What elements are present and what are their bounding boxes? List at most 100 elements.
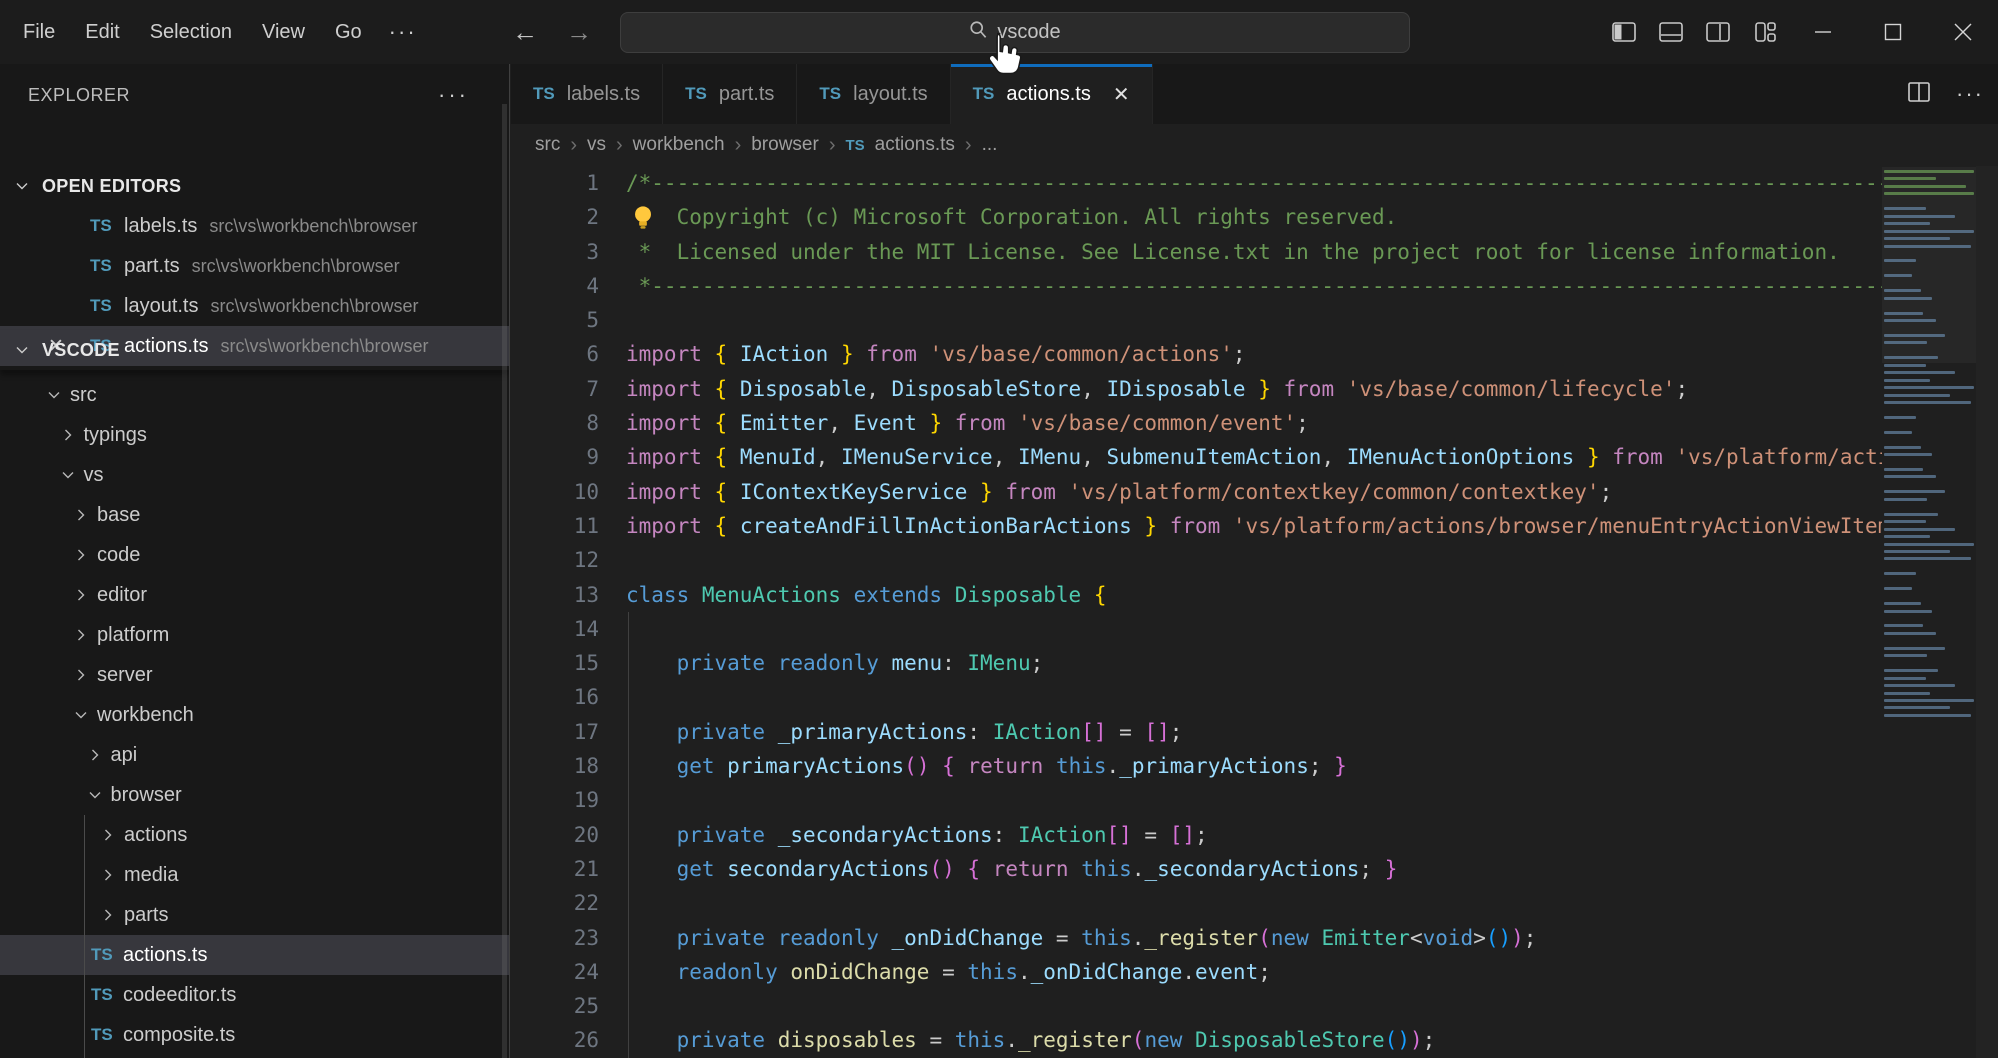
- code-line[interactable]: 2 Copyright (c) Microsoft Corporation. A…: [511, 200, 1882, 234]
- window-maximize-button[interactable]: [1858, 0, 1928, 64]
- tree-label: parts: [124, 904, 168, 927]
- minimap-line: [1884, 602, 1921, 605]
- minimap-line: [1884, 379, 1930, 382]
- minimap-line: [1884, 654, 1927, 657]
- tree-item-browser[interactable]: browser: [0, 775, 509, 815]
- breadcrumb-item[interactable]: browser: [751, 134, 819, 156]
- tree-item-actions-ts[interactable]: TSactions.ts: [0, 935, 509, 975]
- open-editor-item[interactable]: TSlabels.tssrc\vs\workbench\browser: [0, 206, 509, 246]
- minimap-line: [1884, 356, 1938, 359]
- menu-file[interactable]: File: [8, 12, 70, 52]
- tree-item-workbench[interactable]: workbench: [0, 695, 509, 735]
- chevron-right-icon: ›: [570, 134, 577, 157]
- code-line[interactable]: 15 private readonly menu: IMenu;: [511, 646, 1882, 680]
- menu-selection[interactable]: Selection: [135, 12, 247, 52]
- tab-part-ts[interactable]: TSpart.ts: [663, 64, 797, 124]
- split-editor-icon[interactable]: [1908, 82, 1930, 107]
- tree-item-code[interactable]: code: [0, 535, 509, 575]
- tree-item-composite-ts[interactable]: TScomposite.ts: [0, 1015, 509, 1055]
- lightbulb-icon[interactable]: [630, 204, 656, 234]
- tree-item-codeeditor-ts[interactable]: TScodeeditor.ts: [0, 975, 509, 1015]
- minimap-line: [1884, 453, 1932, 456]
- breadcrumb-item[interactable]: vs: [587, 134, 606, 156]
- breadcrumb-file[interactable]: actions.ts: [875, 134, 955, 156]
- code-line[interactable]: 20 private _secondaryActions: IAction[] …: [511, 818, 1882, 852]
- toggle-primary-sidebar-icon[interactable]: [1600, 0, 1647, 64]
- code-line[interactable]: 23 private readonly _onDidChange = this.…: [511, 921, 1882, 955]
- code-line[interactable]: 24 readonly onDidChange = this._onDidCha…: [511, 955, 1882, 989]
- code-line[interactable]: 6import { IAction } from 'vs/base/common…: [511, 337, 1882, 371]
- toggle-panel-icon[interactable]: [1647, 0, 1694, 64]
- code-line[interactable]: 17 private _primaryActions: IAction[] = …: [511, 715, 1882, 749]
- code-line[interactable]: 21 get secondaryActions() { return this.…: [511, 852, 1882, 886]
- tree-item-base[interactable]: base: [0, 495, 509, 535]
- code-line[interactable]: 14: [511, 612, 1882, 646]
- breadcrumb-item[interactable]: src: [535, 134, 560, 156]
- code-line[interactable]: 12: [511, 543, 1882, 577]
- typescript-file-icon: TS: [91, 945, 113, 965]
- close-icon[interactable]: ✕: [1113, 82, 1130, 107]
- code-line[interactable]: 22: [511, 886, 1882, 920]
- tab-labels-ts[interactable]: TSlabels.ts: [511, 64, 663, 124]
- tree-item-typings[interactable]: typings: [0, 415, 509, 455]
- explorer-more-actions-icon[interactable]: ···: [438, 82, 469, 108]
- menu-edit[interactable]: Edit: [70, 12, 134, 52]
- window-minimize-button[interactable]: [1788, 0, 1858, 64]
- tree-item-parts[interactable]: parts: [0, 895, 509, 935]
- breadcrumb-symbol[interactable]: ...: [982, 134, 998, 156]
- window-close-button[interactable]: [1928, 0, 1998, 64]
- open-editor-item[interactable]: TSlayout.tssrc\vs\workbench\browser: [0, 286, 509, 326]
- code-line[interactable]: 7import { Disposable, DisposableStore, I…: [511, 372, 1882, 406]
- tree-item-api[interactable]: api: [0, 735, 509, 775]
- code-line[interactable]: 9import { MenuId, IMenuService, IMenu, S…: [511, 440, 1882, 474]
- code-editor[interactable]: 1/*-------------------------------------…: [511, 166, 1998, 1058]
- nav-back-icon[interactable]: ←: [512, 17, 538, 48]
- code-line[interactable]: 26 private disposables = this._register(…: [511, 1023, 1882, 1057]
- code-line[interactable]: 18 get primaryActions() { return this._p…: [511, 749, 1882, 783]
- open-editors-header[interactable]: OPEN EDITORS: [0, 166, 509, 206]
- open-editor-name: layout.ts: [124, 295, 198, 318]
- code-line[interactable]: 1/*-------------------------------------…: [511, 166, 1882, 200]
- minimap[interactable]: [1882, 167, 1976, 1057]
- open-editor-item[interactable]: TSpart.tssrc\vs\workbench\browser: [0, 246, 509, 286]
- code-line[interactable]: 3 * Licensed under the MIT License. See …: [511, 235, 1882, 269]
- tab-actions-ts[interactable]: TSactions.ts✕: [951, 64, 1153, 124]
- code-line[interactable]: 16: [511, 680, 1882, 714]
- workspace-header[interactable]: VSCODE: [0, 330, 509, 370]
- code-line[interactable]: 11import { createAndFillInActionBarActio…: [511, 509, 1882, 543]
- chevron-right-icon: [100, 827, 116, 843]
- code-line[interactable]: 8import { Emitter, Event } from 'vs/base…: [511, 406, 1882, 440]
- code-line[interactable]: 13class MenuActions extends Disposable {: [511, 578, 1882, 612]
- code-text: class MenuActions extends Disposable {: [626, 578, 1106, 612]
- tree-item-src[interactable]: src: [0, 375, 509, 415]
- tab-layout-ts[interactable]: TSlayout.ts: [797, 64, 950, 124]
- nav-forward-icon[interactable]: →: [566, 17, 592, 48]
- tree-item-platform[interactable]: platform: [0, 615, 509, 655]
- code-line[interactable]: 10import { IContextKeyService } from 'vs…: [511, 475, 1882, 509]
- customize-layout-icon[interactable]: [1741, 0, 1788, 64]
- tree-item-media[interactable]: media: [0, 855, 509, 895]
- tree-item-actions[interactable]: actions: [0, 815, 509, 855]
- menu-go[interactable]: Go: [320, 12, 377, 52]
- minimap-line: [1884, 319, 1936, 322]
- code-line[interactable]: 25: [511, 989, 1882, 1023]
- code-line[interactable]: 19: [511, 783, 1882, 817]
- chevron-right-icon: [100, 907, 116, 923]
- menu-view[interactable]: View: [247, 12, 320, 52]
- code-line[interactable]: 5: [511, 303, 1882, 337]
- code-text: private _secondaryActions: IAction[] = […: [626, 818, 1208, 852]
- code-line[interactable]: 4 *-------------------------------------…: [511, 269, 1882, 303]
- editor-more-actions-icon[interactable]: ···: [1956, 81, 1984, 107]
- toggle-secondary-sidebar-icon[interactable]: [1694, 0, 1741, 64]
- tree-item-editor[interactable]: editor: [0, 575, 509, 615]
- breadcrumb-item[interactable]: workbench: [633, 134, 725, 156]
- sidebar-scrollbar[interactable]: [502, 104, 507, 1058]
- line-number: 23: [511, 921, 599, 955]
- more-menu-icon[interactable]: ···: [377, 19, 429, 45]
- editor-scrollbar[interactable]: [1976, 166, 1998, 1058]
- tree-item-vs[interactable]: vs: [0, 455, 509, 495]
- minimap-line: [1884, 446, 1921, 449]
- chevron-down-icon: [14, 342, 30, 358]
- tree-item-server[interactable]: server: [0, 655, 509, 695]
- chevron-right-icon: [87, 747, 103, 763]
